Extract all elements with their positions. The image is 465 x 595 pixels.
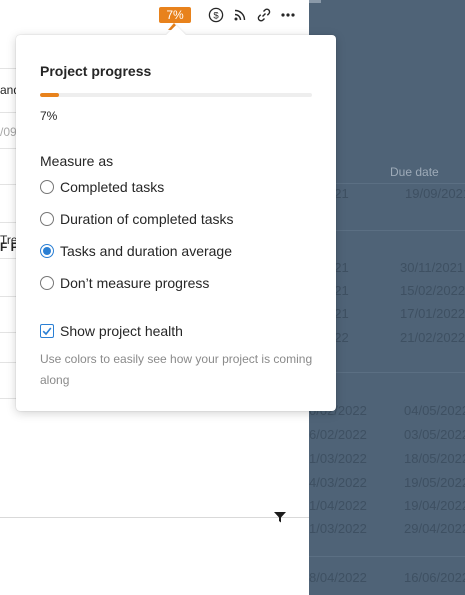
option-duration-completed[interactable]: Duration of completed tasks: [40, 209, 234, 229]
progress-percent: 7%: [40, 109, 58, 123]
due-date-header: Due date: [390, 165, 439, 179]
row-divider: [0, 112, 16, 113]
due-date-cell: 16/06/2022: [404, 570, 465, 585]
row-divider: [0, 222, 16, 223]
option-dont-measure[interactable]: Don’t measure progress: [40, 273, 209, 293]
row-divider: [309, 556, 465, 557]
option-label: Completed tasks: [60, 179, 165, 195]
option-label: Don’t measure progress: [60, 275, 210, 291]
more-icon[interactable]: [280, 7, 296, 23]
start-date-cell: 8/04/2022: [309, 570, 367, 585]
radio-button[interactable]: [40, 180, 54, 194]
due-date-cell: 19/04/2022: [404, 498, 465, 513]
radio-button[interactable]: [40, 212, 54, 226]
row-fragment: F P: [0, 240, 16, 254]
due-date-cell: 04/05/2022: [404, 403, 465, 418]
checkbox[interactable]: [40, 324, 54, 338]
due-date-cell: 21/02/2022: [400, 330, 465, 345]
link-icon[interactable]: [256, 7, 272, 23]
health-help-text: Use colors to easily see how your projec…: [40, 352, 313, 387]
due-date-cell: 19/05/2022: [404, 475, 465, 490]
due-date-cell: 03/05/2022: [404, 427, 465, 442]
row-fragment: /09/: [0, 125, 16, 139]
progress-badge[interactable]: 7%: [159, 7, 191, 23]
checkmark-icon: [42, 327, 52, 336]
due-date-cell: 19/09/2021: [405, 186, 465, 201]
due-date-cell: 30/11/2021: [400, 260, 465, 275]
row-divider: [0, 296, 16, 297]
start-date-cell: 1/03/2022: [309, 521, 367, 536]
option-completed-tasks[interactable]: Completed tasks: [40, 177, 164, 197]
radio-button[interactable]: [40, 276, 54, 290]
row-divider: [0, 148, 16, 149]
start-date-cell: 1/03/2022: [309, 451, 367, 466]
start-date-cell: 1/04/2022: [309, 498, 367, 513]
bottom-divider: [0, 517, 309, 518]
measure-as-label: Measure as: [40, 153, 114, 169]
rss-feed-icon[interactable]: [232, 7, 248, 23]
panel-tab: [309, 0, 321, 3]
show-project-health-label: Show project health: [60, 323, 183, 339]
due-date-cell: 18/05/2022: [404, 451, 465, 466]
currency-icon[interactable]: $: [208, 7, 224, 23]
progress-bar-fill: [40, 93, 60, 97]
svg-text:$: $: [213, 11, 219, 22]
progress-bar: [40, 93, 312, 97]
row-divider: [0, 68, 16, 69]
row-divider: [0, 398, 16, 399]
due-date-cell: 17/01/2022: [400, 306, 465, 321]
popover-title: Project progress: [40, 63, 152, 79]
row-divider: [0, 362, 16, 363]
option-label: Tasks and duration average: [60, 243, 232, 259]
show-project-health-toggle[interactable]: Show project health: [40, 321, 183, 341]
option-tasks-duration-average[interactable]: Tasks and duration average: [40, 241, 232, 261]
project-progress-popover: Project progress 7% Measure as Completed…: [16, 25, 336, 411]
start-date-cell: 4/03/2022: [309, 475, 367, 490]
due-date-cell: 15/02/2022: [400, 283, 465, 298]
row-divider: [0, 258, 16, 259]
filter-icon[interactable]: [273, 510, 287, 524]
row-fragment: and: [0, 83, 16, 97]
row-divider: [0, 184, 16, 185]
row-divider: [0, 332, 16, 333]
due-date-cell: 29/04/2022: [404, 521, 465, 536]
start-date-cell: 6/02/2022: [309, 427, 367, 442]
radio-button-selected[interactable]: [40, 244, 54, 258]
option-label: Duration of completed tasks: [60, 211, 234, 227]
